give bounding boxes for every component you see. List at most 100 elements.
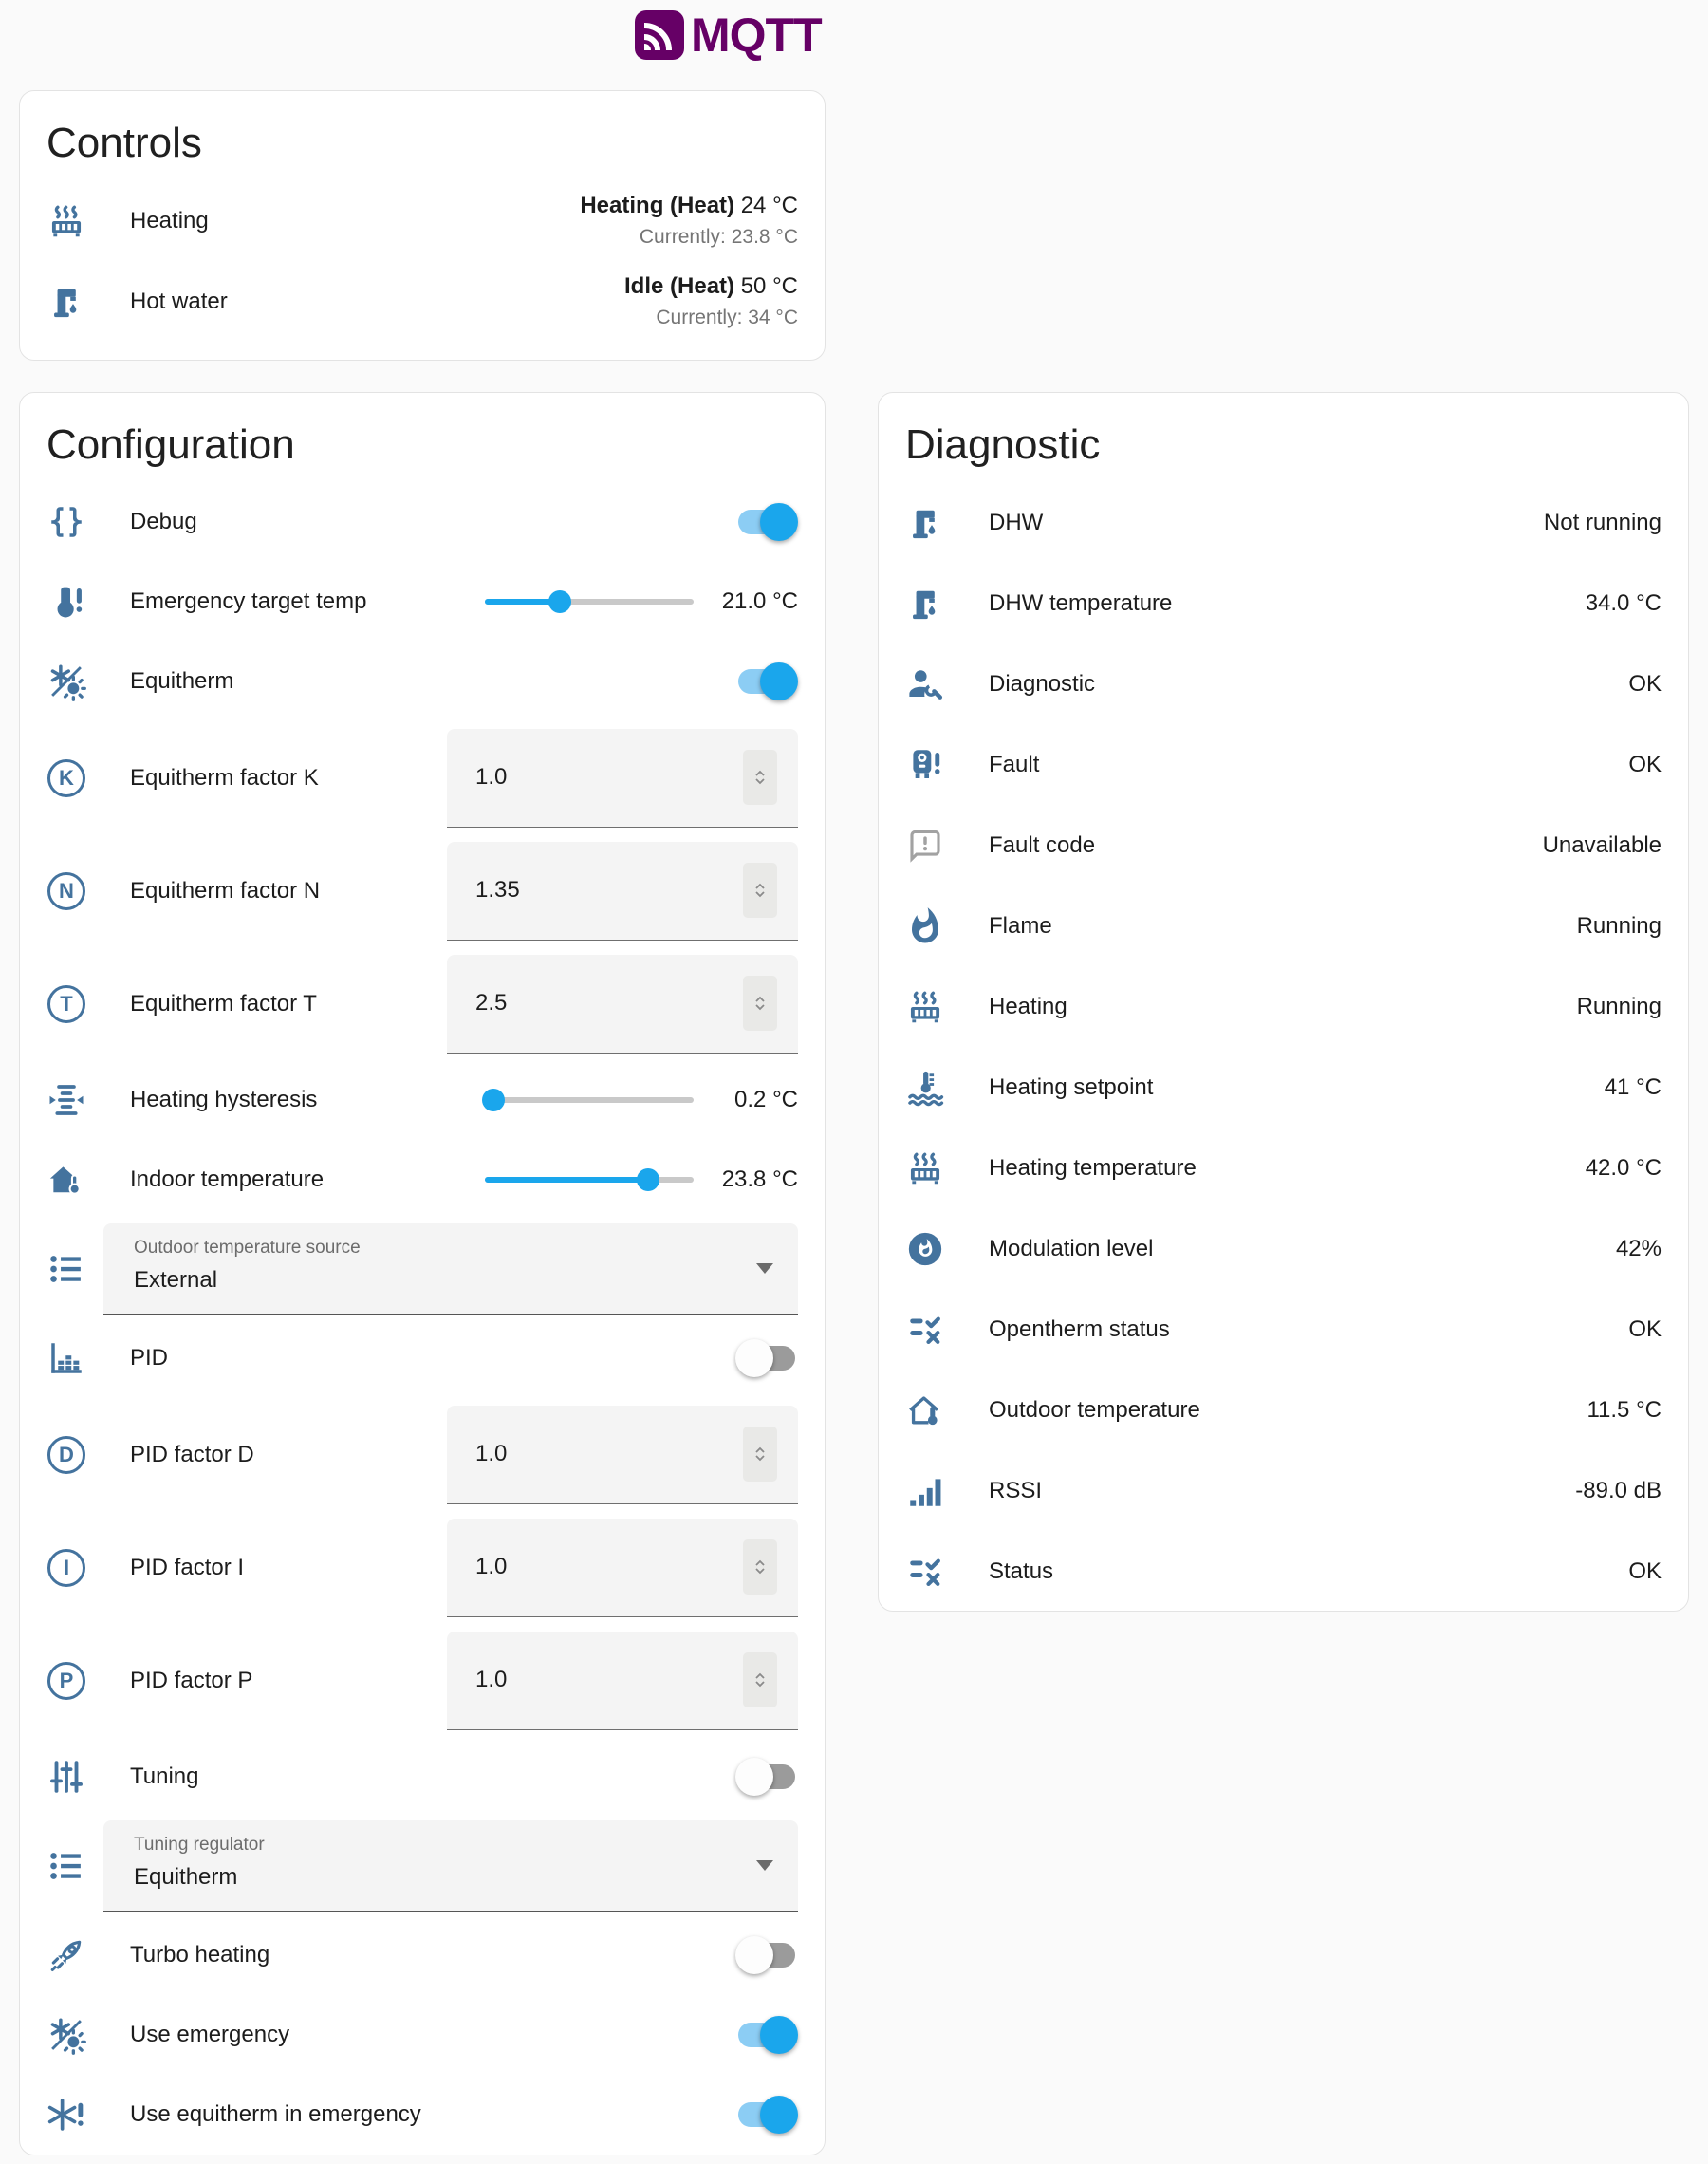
diag-row-modulation-level[interactable]: Modulation level 42% xyxy=(905,1208,1662,1289)
configuration-card: Configuration Debug Emergency target tem… xyxy=(19,392,826,2155)
tuning-regulator-select[interactable]: Tuning regulator Equitherm xyxy=(103,1820,798,1912)
equitherm-factor-k-input[interactable]: 1.0 xyxy=(447,729,798,828)
sun-snowflake-icon xyxy=(46,2015,86,2055)
diag-row-dhw-temperature[interactable]: DHW temperature 34.0 °C xyxy=(905,563,1662,644)
control-row-heating[interactable]: Heating Heating (Heat) 24 °C Currently: … xyxy=(46,180,798,261)
control-label: Hot water xyxy=(130,289,624,315)
config-row-pid-factor-d: D PID factor D 1.0 xyxy=(46,1398,798,1511)
use-emergency-toggle[interactable] xyxy=(735,2016,798,2054)
outdoor-temperature-source-select[interactable]: Outdoor temperature source External xyxy=(103,1223,798,1315)
diag-row-diagnostic[interactable]: Diagnostic OK xyxy=(905,644,1662,724)
diag-label: Diagnostic xyxy=(989,671,1628,698)
diag-label: DHW xyxy=(989,510,1544,536)
pid-toggle[interactable] xyxy=(735,1339,798,1377)
slider-value: 23.8 °C xyxy=(705,1165,798,1194)
diag-value: Running xyxy=(1577,994,1662,1020)
control-row-hot-water[interactable]: Hot water Idle (Heat) 50 °C Currently: 3… xyxy=(46,261,798,342)
stepper-arrows[interactable] xyxy=(743,976,777,1031)
controls-card: Controls Heating Heating (Heat) 24 °C Cu… xyxy=(19,90,826,361)
equitherm-factor-n-input[interactable]: 1.35 xyxy=(447,842,798,941)
configuration-title: Configuration xyxy=(46,421,798,469)
slider-value: 0.2 °C xyxy=(705,1085,798,1114)
water-pump-icon xyxy=(905,584,945,624)
debug-toggle[interactable] xyxy=(735,503,798,541)
alpha-n-circle-icon: N xyxy=(46,872,86,910)
pid-factor-p-input[interactable]: 1.0 xyxy=(447,1632,798,1730)
diag-row-heating-temperature[interactable]: Heating temperature 42.0 °C xyxy=(905,1128,1662,1208)
config-row-use-emergency: Use emergency xyxy=(46,1995,798,2075)
stepper-arrows[interactable] xyxy=(743,1539,777,1595)
turbo-heating-toggle[interactable] xyxy=(735,1936,798,1974)
snowflake-alert-icon xyxy=(46,2095,86,2135)
emergency-target-temp-slider[interactable] xyxy=(485,583,694,621)
diag-row-heating[interactable]: Heating Running xyxy=(905,966,1662,1047)
stepper-arrows[interactable] xyxy=(743,863,777,918)
pid-factor-i-input[interactable]: 1.0 xyxy=(447,1519,798,1617)
config-row-equitherm: Equitherm xyxy=(46,642,798,721)
radiator-icon xyxy=(905,987,945,1027)
slider-thumb[interactable] xyxy=(637,1168,659,1191)
diag-row-outdoor-temperature[interactable]: Outdoor temperature 11.5 °C xyxy=(905,1370,1662,1450)
config-row-equitherm-factor-t: T Equitherm factor T 2.5 xyxy=(46,947,798,1060)
tuning-toggle[interactable] xyxy=(735,1758,798,1796)
config-row-turbo-heating: Turbo heating xyxy=(46,1915,798,1995)
diag-label: Flame xyxy=(989,913,1577,940)
radiator-icon xyxy=(905,1148,945,1188)
config-row-indoor-temperature: Indoor temperature 23.8 °C xyxy=(46,1140,798,1220)
water-boiler-alert-icon xyxy=(905,745,945,785)
stepper-arrows[interactable] xyxy=(743,1652,777,1707)
diag-row-fault-code[interactable]: Fault code Unavailable xyxy=(905,805,1662,886)
row-label: PID factor D xyxy=(130,1442,447,1468)
row-label: Equitherm factor K xyxy=(130,765,447,792)
row-label: Use emergency xyxy=(130,2022,735,2048)
control-state-block: Heating (Heat) 24 °C Currently: 23.8 °C xyxy=(580,193,798,249)
diag-row-status[interactable]: Status OK xyxy=(905,1531,1662,1612)
fire-circle-icon xyxy=(905,1229,945,1269)
diag-row-opentherm-status[interactable]: Opentherm status OK xyxy=(905,1289,1662,1370)
home-thermometer-icon xyxy=(46,1160,86,1200)
radiator-icon xyxy=(46,201,86,241)
row-label: Equitherm factor T xyxy=(130,991,447,1017)
diag-label: Fault code xyxy=(989,832,1543,859)
diag-label: Heating temperature xyxy=(989,1155,1586,1182)
message-alert-icon xyxy=(905,826,945,866)
diag-value: OK xyxy=(1628,1316,1662,1343)
slider-thumb[interactable] xyxy=(482,1089,505,1111)
diag-label: Heating xyxy=(989,994,1577,1020)
diag-row-fault[interactable]: Fault OK xyxy=(905,724,1662,805)
equitherm-factor-t-input[interactable]: 2.5 xyxy=(447,955,798,1054)
diag-row-dhw[interactable]: DHW Not running xyxy=(905,482,1662,563)
dropdown-arrow-icon xyxy=(756,1860,773,1871)
stepper-arrows[interactable] xyxy=(743,1427,777,1482)
use-equitherm-in-emergency-toggle[interactable] xyxy=(735,2096,798,2134)
equitherm-toggle[interactable] xyxy=(735,662,798,700)
row-label: Equitherm factor N xyxy=(130,878,447,905)
stepper-arrows[interactable] xyxy=(743,750,777,805)
diag-value: OK xyxy=(1628,1558,1662,1585)
diag-label: Outdoor temperature xyxy=(989,1397,1587,1424)
pid-factor-d-input[interactable]: 1.0 xyxy=(447,1406,798,1504)
row-label: Heating hysteresis xyxy=(130,1087,485,1113)
diag-row-heating-setpoint[interactable]: Heating setpoint 41 °C xyxy=(905,1047,1662,1128)
thermometer-alert-icon xyxy=(46,582,86,622)
thermometer-water-icon xyxy=(905,1068,945,1108)
mqtt-logo-text: MQTT xyxy=(691,8,822,63)
row-label: Debug xyxy=(130,509,735,535)
mqtt-wifi-icon xyxy=(634,9,685,61)
diag-value: Unavailable xyxy=(1543,832,1662,859)
diag-label: Status xyxy=(989,1558,1628,1585)
select-floating-label: Tuning regulator xyxy=(134,1835,741,1856)
diag-row-rssi[interactable]: RSSI -89.0 dB xyxy=(905,1450,1662,1531)
indoor-temperature-slider[interactable] xyxy=(485,1161,694,1199)
heating-hysteresis-slider[interactable] xyxy=(485,1081,694,1119)
select-floating-label: Outdoor temperature source xyxy=(134,1238,741,1259)
tune-icon xyxy=(46,1757,86,1797)
diag-row-flame[interactable]: Flame Running xyxy=(905,886,1662,966)
diag-label: Modulation level xyxy=(989,1236,1616,1262)
config-row-tuning: Tuning xyxy=(46,1737,798,1817)
config-row-pid-factor-i: I PID factor I 1.0 xyxy=(46,1511,798,1624)
slider-thumb[interactable] xyxy=(548,590,571,613)
config-row-outdoor-temperature-source: Outdoor temperature source External xyxy=(46,1220,798,1318)
config-row-use-equitherm-in-emergency: Use equitherm in emergency xyxy=(46,2075,798,2155)
diagnostic-card: Diagnostic DHW Not running DHW temperatu… xyxy=(878,392,1689,1612)
